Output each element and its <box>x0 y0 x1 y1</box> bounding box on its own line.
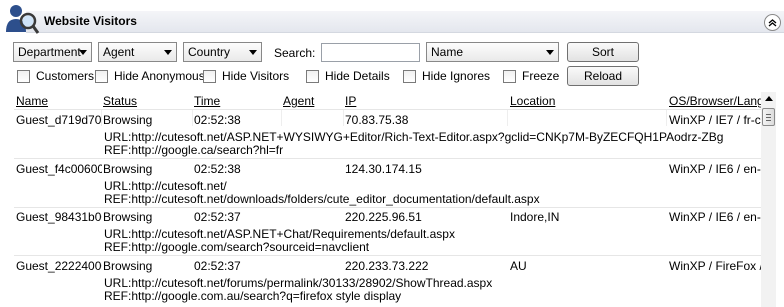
visitor-time: 02:52:38 <box>194 162 241 176</box>
freeze-label: Freeze <box>522 69 560 83</box>
visitor-ip: 220.233.73.222 <box>345 259 429 273</box>
column-separator <box>666 110 667 126</box>
grip-line <box>766 114 771 115</box>
customers-label: Customers <box>36 69 95 83</box>
row-divider <box>14 158 761 159</box>
checkbox-box[interactable] <box>403 69 416 83</box>
header-band <box>26 11 784 33</box>
page-title: Website Visitors <box>44 14 137 28</box>
column-separator <box>281 110 282 126</box>
agent-select-value: Agent <box>103 45 135 59</box>
checkbox-box[interactable] <box>203 69 216 83</box>
column-separator <box>101 110 102 126</box>
column-header-name[interactable]: Name <box>16 94 48 108</box>
hide-anonymous-label: Hide Anonymous <box>114 69 205 83</box>
header-divider <box>14 109 761 110</box>
dropdown-arrow-icon <box>79 50 87 55</box>
hide-anonymous-checkbox[interactable]: Hide Anonymous <box>95 69 205 83</box>
hide-visitors-label: Hide Visitors <box>222 69 290 83</box>
hide-visitors-checkbox[interactable]: Hide Visitors <box>203 69 289 83</box>
column-header-ip[interactable]: IP <box>345 94 356 108</box>
reload-button[interactable]: Reload <box>567 66 639 86</box>
dropdown-arrow-icon <box>164 50 172 55</box>
checkbox-box[interactable] <box>503 69 516 83</box>
visitor-ip: 70.83.75.38 <box>345 113 409 127</box>
column-separator <box>343 110 344 126</box>
scroll-up-button[interactable] <box>761 92 776 106</box>
visitor-os: WinXP / FireFox / en <box>669 259 761 273</box>
row-divider <box>14 255 761 256</box>
checkbox-box[interactable] <box>17 69 30 83</box>
grip-line <box>766 120 771 121</box>
visitor-name: Guest_f4c00600 <box>16 162 102 176</box>
visitor-os: WinXP / IE6 / en-us <box>669 210 761 224</box>
department-select[interactable]: Department <box>13 42 92 62</box>
visitor-time: 02:52:38 <box>194 113 241 127</box>
visitor-name: Guest_d719d700 <box>16 113 102 127</box>
freeze-checkbox[interactable]: Freeze <box>503 69 559 83</box>
visitor-ref: REF:http://google.com.au/search?q=firefo… <box>104 289 402 303</box>
vertical-scrollbar[interactable] <box>761 92 776 307</box>
column-separator <box>192 110 193 126</box>
visitor-location: AU <box>510 259 527 273</box>
sort-field-value: Name <box>431 45 464 59</box>
agent-select[interactable]: Agent <box>98 42 177 62</box>
grip-line <box>766 117 771 118</box>
visitor-os: WinXP / IE7 / fr-ca <box>669 113 761 127</box>
visitor-ref: REF:http://cutesoft.net/downloads/folder… <box>104 192 540 206</box>
visitor-ref: REF:http://google.com/search?sourceid=na… <box>104 240 370 254</box>
department-select-value: Department <box>18 45 81 59</box>
column-header-os[interactable]: OS/Browser/Langu <box>669 94 761 108</box>
country-select-value: Country <box>188 45 231 59</box>
chevron-up-icon <box>768 19 777 27</box>
column-header-status[interactable]: Status <box>103 94 137 108</box>
dropdown-arrow-icon <box>546 50 554 55</box>
column-header-agent[interactable]: Agent <box>283 94 314 108</box>
visitor-status: Browsing <box>103 259 153 273</box>
visitors-table: Name Status Time Agent IP Location OS/Br… <box>14 92 761 307</box>
visitor-name: Guest_98431b00 <box>16 210 102 224</box>
hide-details-label: Hide Details <box>325 69 390 83</box>
arrow-up-icon <box>764 96 773 101</box>
sort-button[interactable]: Sort <box>567 42 639 62</box>
search-input[interactable] <box>321 43 420 62</box>
collapse-button[interactable] <box>764 14 781 31</box>
checkbox-box[interactable] <box>95 69 108 83</box>
sort-field-select[interactable]: Name <box>426 42 559 62</box>
visitor-time: 02:52:37 <box>194 259 241 273</box>
column-header-time[interactable]: Time <box>194 94 220 108</box>
search-label: Search: <box>274 46 316 60</box>
country-select[interactable]: Country <box>183 42 262 62</box>
visitor-location: Indore,IN <box>510 210 560 224</box>
scroll-thumb[interactable] <box>762 108 775 126</box>
visitor-name: Guest_22224000 <box>16 259 102 273</box>
visitor-time: 02:52:37 <box>194 210 241 224</box>
visitor-ip: 124.30.174.15 <box>345 162 422 176</box>
visitor-status: Browsing <box>103 113 153 127</box>
panel-header: Website Visitors <box>0 0 784 38</box>
hide-ignores-checkbox[interactable]: Hide Ignores <box>403 69 490 83</box>
row-divider <box>14 207 761 208</box>
hide-ignores-label: Hide Ignores <box>422 69 491 83</box>
visitor-os: WinXP / IE6 / en-us <box>669 162 761 176</box>
dropdown-arrow-icon <box>249 50 257 55</box>
column-separator <box>507 110 508 126</box>
visitor-ref: REF:http://google.ca/search?hl=fr <box>104 143 284 157</box>
customers-checkbox[interactable]: Customers <box>17 69 94 83</box>
visitor-status: Browsing <box>103 162 153 176</box>
visitor-ip: 220.225.96.51 <box>345 210 422 224</box>
visitors-logo-icon <box>6 5 40 34</box>
column-header-location[interactable]: Location <box>510 94 555 108</box>
visitor-status: Browsing <box>103 210 153 224</box>
hide-details-checkbox[interactable]: Hide Details <box>306 69 390 83</box>
checkbox-box[interactable] <box>306 69 319 83</box>
